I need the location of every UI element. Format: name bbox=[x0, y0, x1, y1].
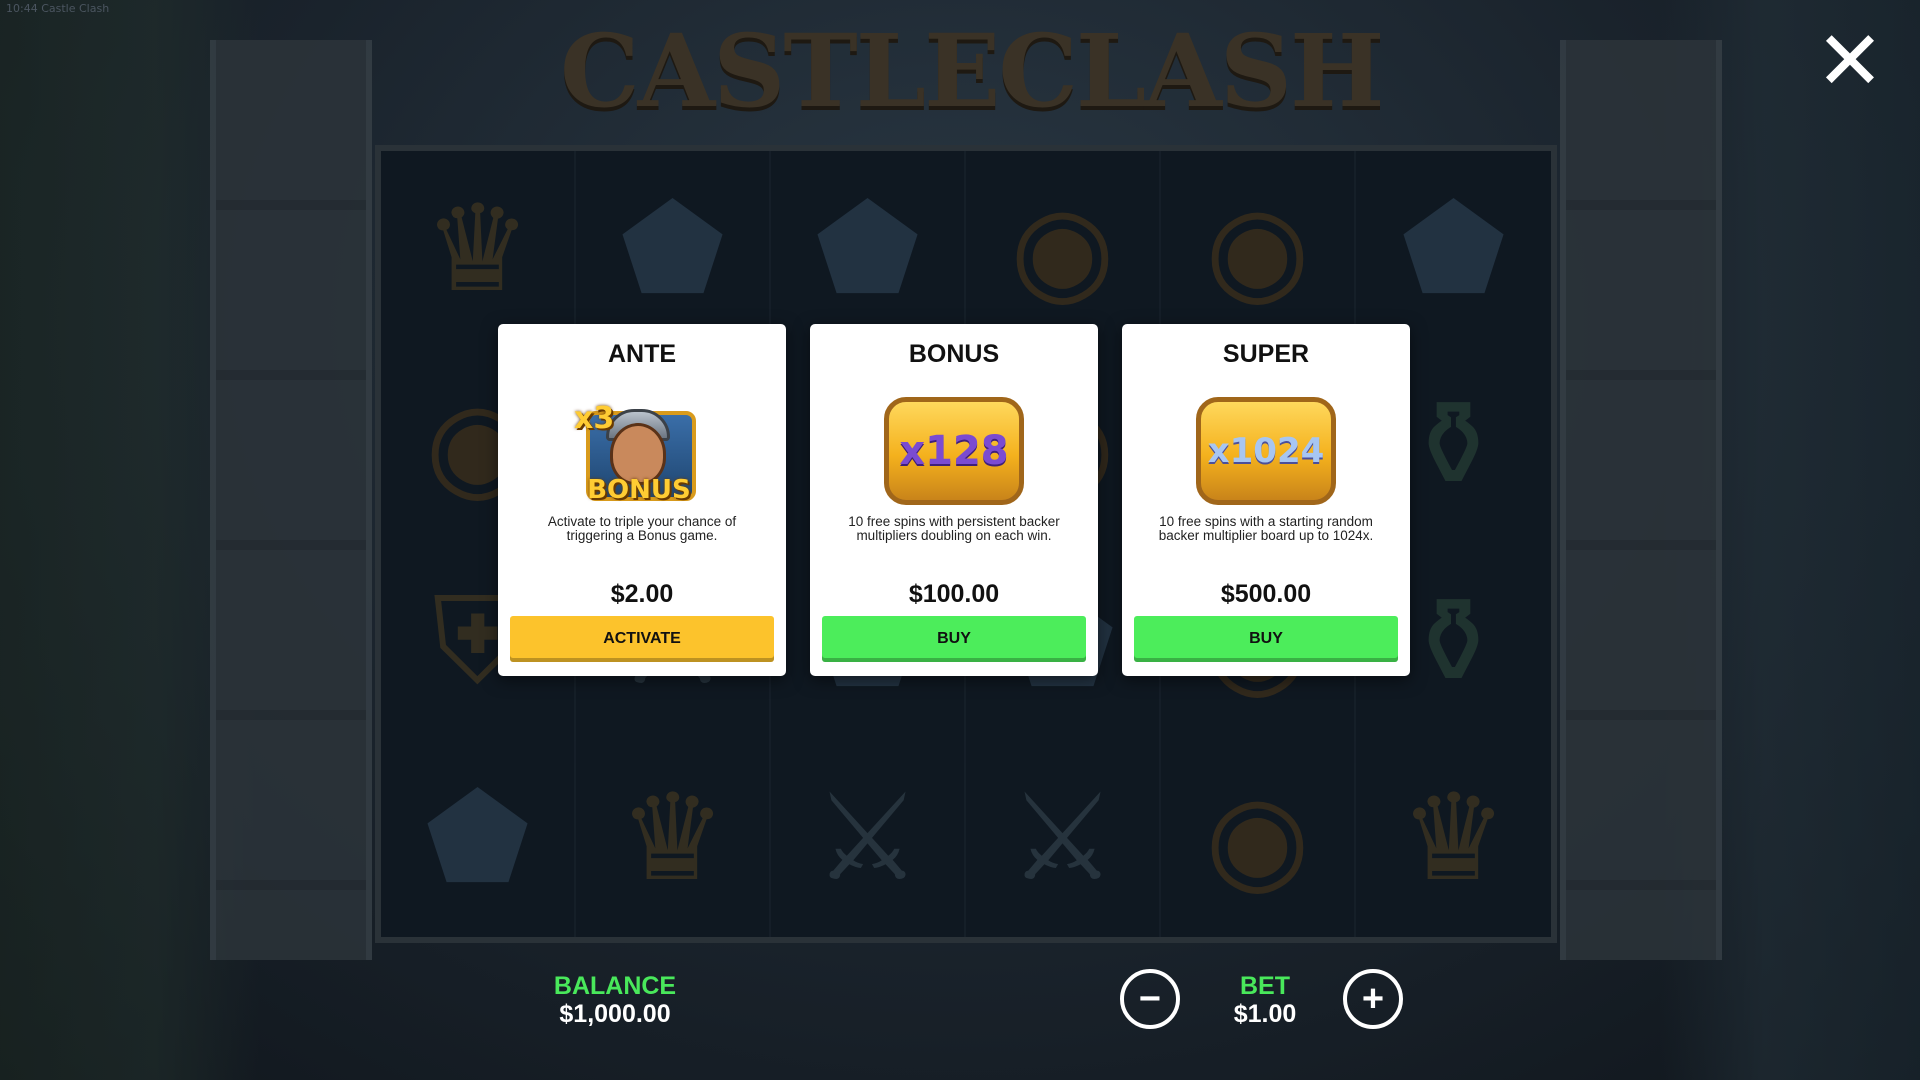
bet-label: BET bbox=[1240, 972, 1290, 1000]
card-ante: ANTE x3 BONUS Activate to triple your ch… bbox=[498, 324, 786, 676]
buy-bonus-button[interactable]: BUY bbox=[822, 616, 1086, 662]
gem-symbol-icon: ⬟ bbox=[771, 151, 966, 348]
left-pillar bbox=[210, 40, 372, 960]
crown-symbol-icon: ♛ bbox=[1399, 769, 1508, 909]
minus-icon[interactable]: − bbox=[1120, 969, 1180, 1029]
plaque-x128: x128 bbox=[884, 397, 1024, 505]
ante-bonus-icon: x3 BONUS bbox=[572, 397, 712, 505]
balance-value: $1,000.00 bbox=[559, 1000, 671, 1028]
coin-symbol-icon: ◉ bbox=[966, 151, 1161, 348]
card-title: ANTE bbox=[607, 340, 677, 368]
multiplier-plaque-icon: x128 bbox=[884, 397, 1024, 505]
window-title: 10:44 Castle Clash bbox=[6, 2, 110, 15]
crown-symbol-icon: ♛ bbox=[576, 740, 771, 937]
sword-symbol-icon: ⚔ bbox=[771, 740, 966, 937]
right-pillar bbox=[1560, 40, 1722, 960]
card-title: SUPER bbox=[1222, 340, 1310, 368]
ante-multiplier-text: x3 bbox=[574, 401, 615, 436]
balance-display: BALANCE $1,000.00 bbox=[520, 972, 710, 1028]
card-super: SUPER x1024 10 free spins with a startin… bbox=[1122, 324, 1410, 676]
game-logo: CASTLECLASH bbox=[560, 12, 1385, 130]
card-description: 10 free spins with persistent backer mul… bbox=[848, 514, 1060, 543]
card-price: $500.00 bbox=[1220, 580, 1312, 608]
card-description: Activate to triple your chance of trigge… bbox=[547, 514, 737, 543]
crown-symbol-icon: ♛ bbox=[381, 151, 576, 348]
coin-symbol-icon: ◉ bbox=[1161, 740, 1356, 937]
bet-display: BET $1.00 bbox=[1210, 972, 1320, 1028]
gem-symbol-icon: ⬟ bbox=[1401, 179, 1506, 319]
card-bonus: BONUS x128 10 free spins with persistent… bbox=[810, 324, 1098, 676]
coin-symbol-icon: ◉ bbox=[1161, 151, 1356, 348]
activate-button[interactable]: ACTIVATE bbox=[510, 616, 774, 662]
card-price: $2.00 bbox=[610, 580, 674, 608]
plus-icon[interactable]: + bbox=[1343, 969, 1403, 1029]
ante-bonus-text: BONUS bbox=[587, 475, 691, 505]
multiplier-plaque-icon: x1024 bbox=[1196, 397, 1336, 505]
bet-value: $1.00 bbox=[1233, 1000, 1297, 1028]
card-description: 10 free spins with a starting random bac… bbox=[1158, 514, 1374, 543]
gem-symbol-icon: ⬟ bbox=[576, 151, 771, 348]
plaque-x1024: x1024 bbox=[1196, 397, 1336, 505]
card-title: BONUS bbox=[908, 340, 1000, 368]
sword-symbol-icon: ⚔ bbox=[966, 740, 1161, 937]
close-icon[interactable]: ✕ bbox=[1810, 21, 1890, 103]
card-price: $100.00 bbox=[908, 580, 1000, 608]
gem-symbol-icon: ⬟ bbox=[381, 740, 576, 937]
balance-label: BALANCE bbox=[553, 972, 677, 1000]
buy-super-button[interactable]: BUY bbox=[1134, 616, 1398, 662]
